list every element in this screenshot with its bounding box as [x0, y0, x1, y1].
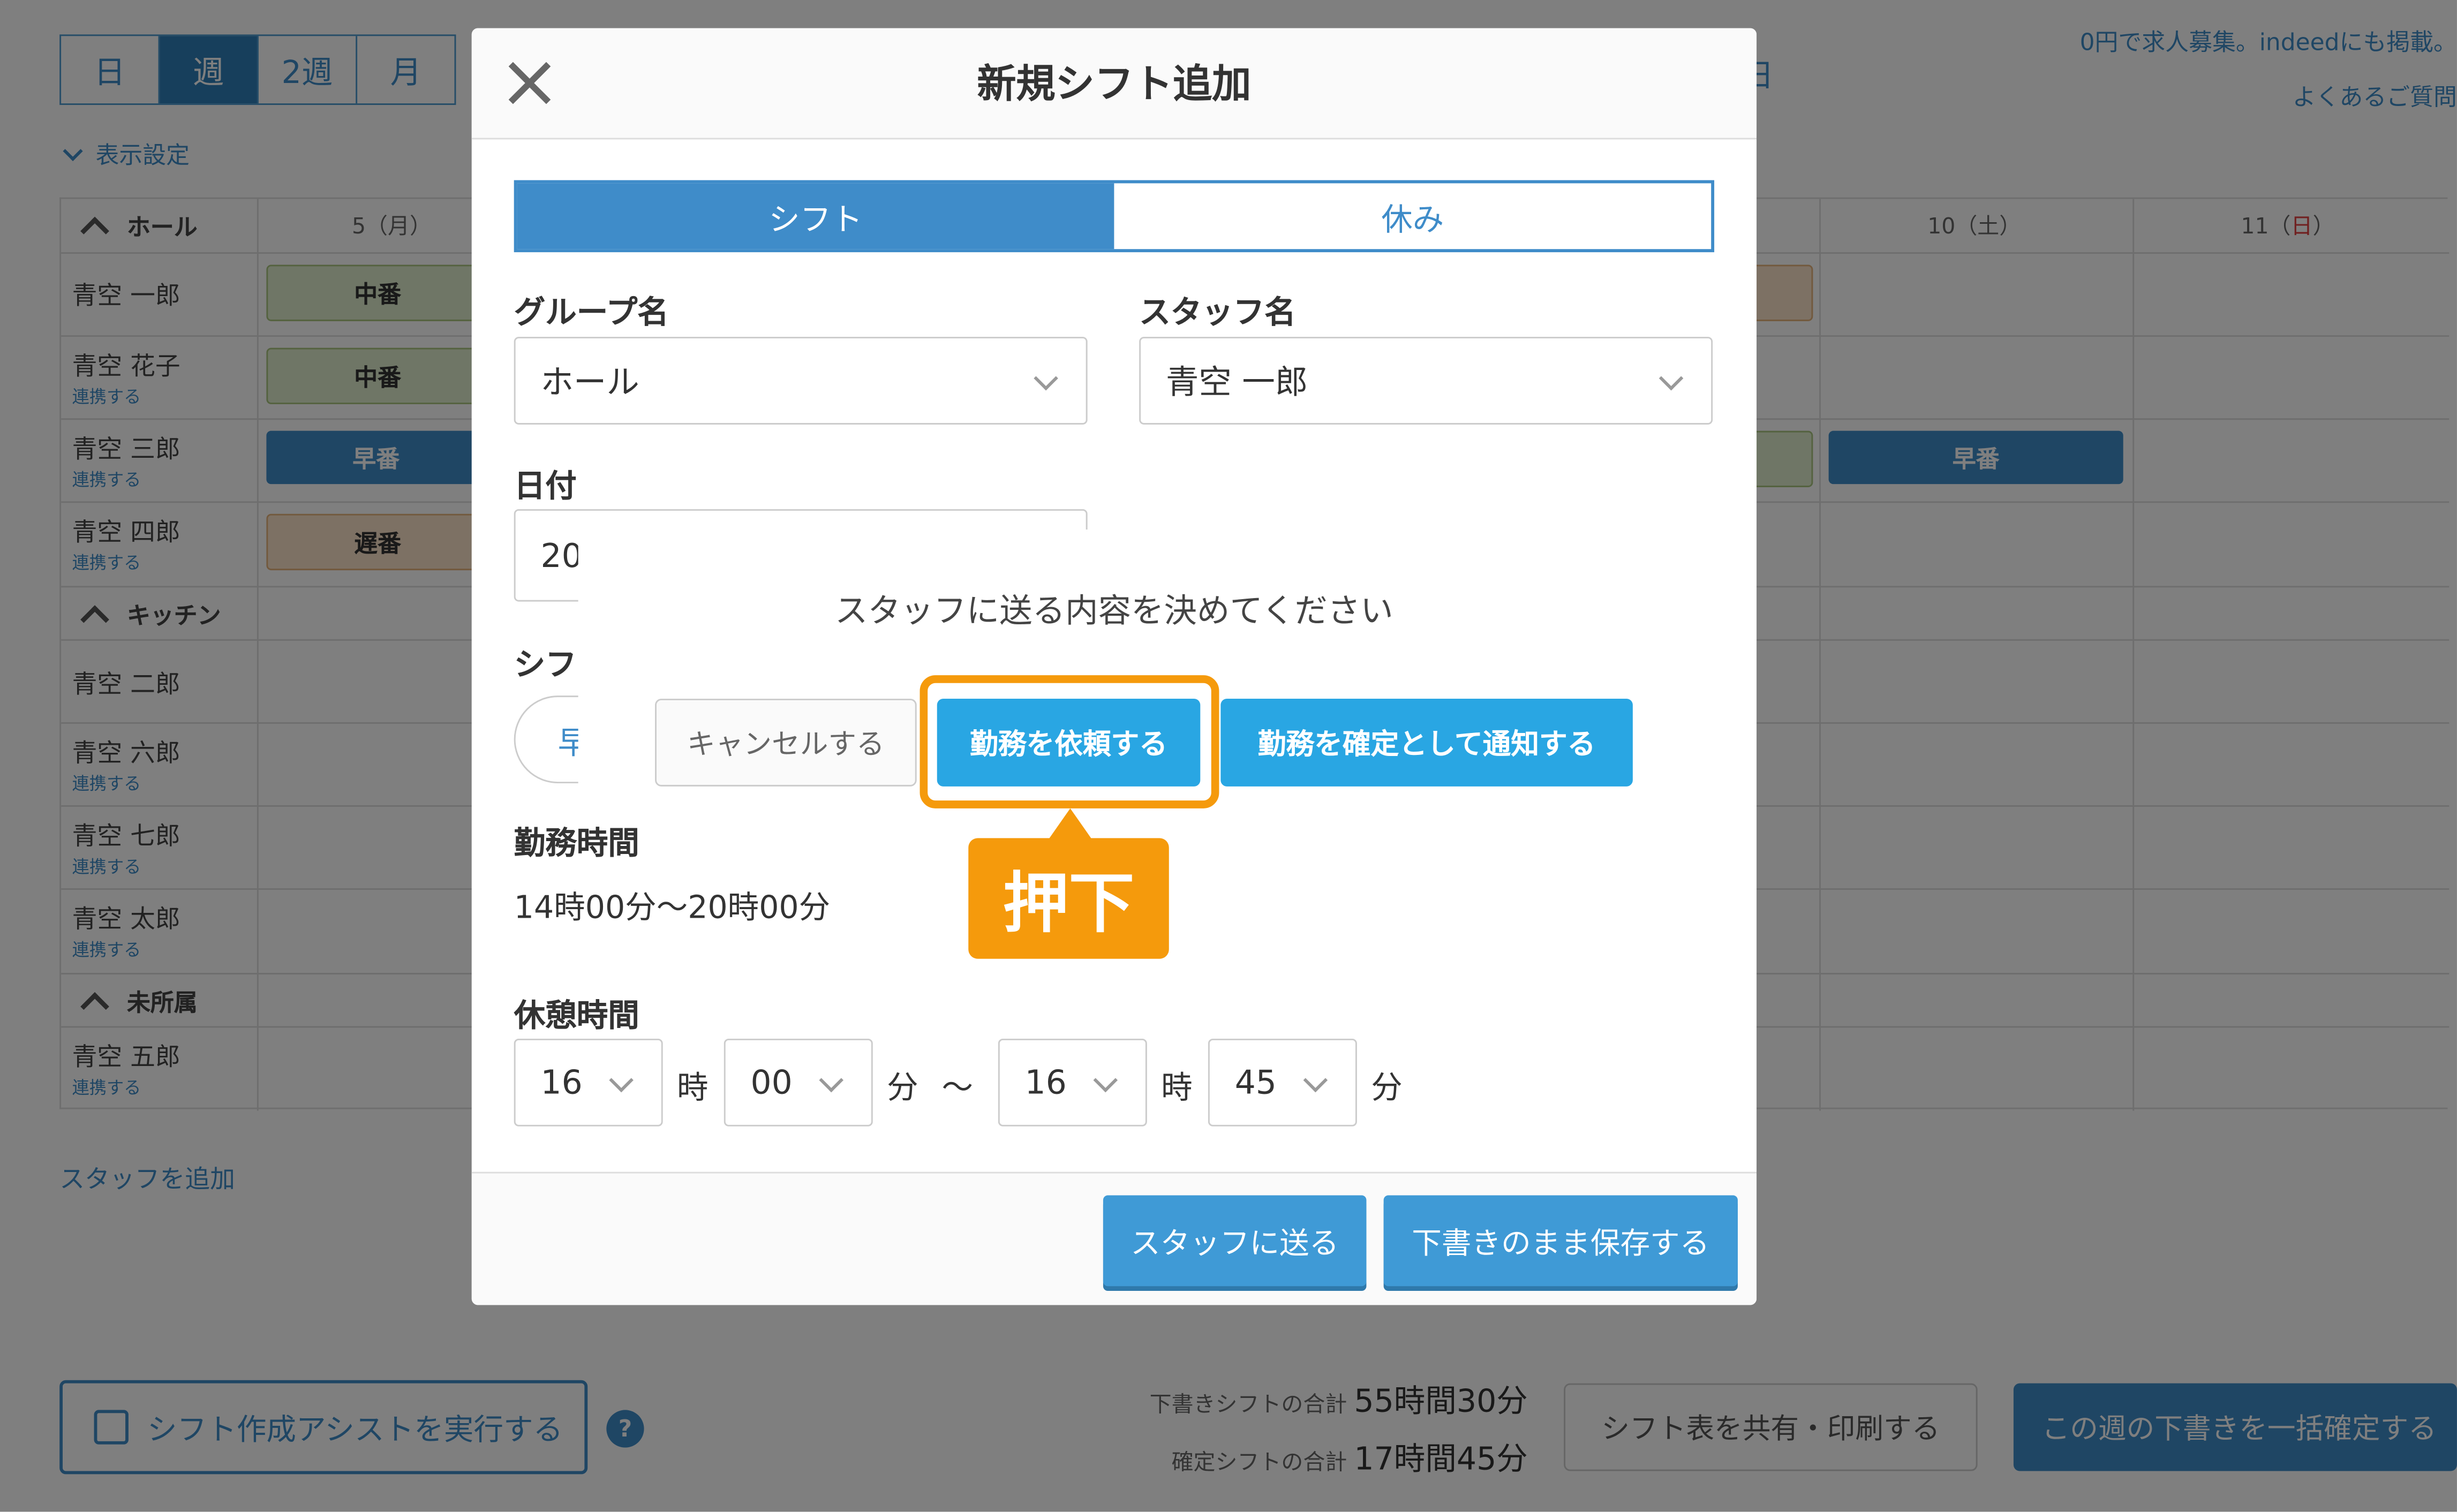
tab-shift[interactable]: シフト: [517, 183, 1114, 250]
work-time-value: 14時00分〜20時00分: [514, 888, 831, 926]
break-start-min-select[interactable]: 00: [723, 1038, 873, 1127]
unit-hour: 時: [1161, 1068, 1193, 1106]
save-draft-button[interactable]: 下書きのまま保存する: [1383, 1195, 1738, 1287]
modal-title: 新規シフト追加: [977, 61, 1252, 107]
send-to-staff-button[interactable]: スタッフに送る: [1103, 1195, 1367, 1287]
group-label: グループ名: [514, 293, 669, 331]
shift-type-tabs: シフト 休み: [514, 180, 1715, 253]
break-label: 休憩時間: [514, 996, 639, 1034]
break-end-min-select[interactable]: 45: [1208, 1038, 1357, 1127]
callout-arrow: [1048, 808, 1092, 840]
modal-header: 新規シフト追加: [471, 28, 1757, 140]
dialog-message: スタッフに送る内容を決めてください: [835, 592, 1393, 630]
chevron-down-icon: [1303, 1068, 1328, 1093]
break-start-hour-select[interactable]: 16: [514, 1038, 663, 1127]
unit-hour: 時: [677, 1068, 709, 1106]
cancel-button[interactable]: キャンセルする: [655, 698, 917, 787]
group-select[interactable]: ホール: [514, 337, 1088, 425]
chevron-down-icon: [1659, 366, 1684, 391]
highlight-frame: [920, 675, 1219, 808]
chevron-down-icon: [819, 1068, 844, 1093]
break-end-hour-select[interactable]: 16: [998, 1038, 1147, 1127]
unit-min: 分: [887, 1068, 918, 1106]
tab-day-off[interactable]: 休み: [1114, 183, 1711, 249]
app-screen: 日 週 2週 月 表示設定 0円で求人募集。indeedにも掲載。 よくあるご質…: [0, 0, 2457, 1512]
range-tilde: 〜: [941, 1068, 974, 1106]
chevron-down-icon: [1034, 366, 1058, 391]
unit-min: 分: [1371, 1068, 1403, 1106]
modal-footer: スタッフに送る 下書きのまま保存する: [471, 1171, 1757, 1305]
press-callout: 押下: [968, 838, 1169, 959]
work-time-label: 勤務時間: [514, 824, 639, 862]
chevron-down-icon: [609, 1068, 634, 1093]
date-label: 日付: [514, 466, 577, 505]
chevron-down-icon: [1093, 1068, 1118, 1093]
staff-select[interactable]: 青空 一郎: [1139, 337, 1713, 425]
staff-label: スタッフ名: [1139, 293, 1296, 331]
confirm-notify-button[interactable]: 勤務を確定として通知する: [1220, 698, 1633, 787]
shift-label: シフ: [514, 645, 577, 683]
